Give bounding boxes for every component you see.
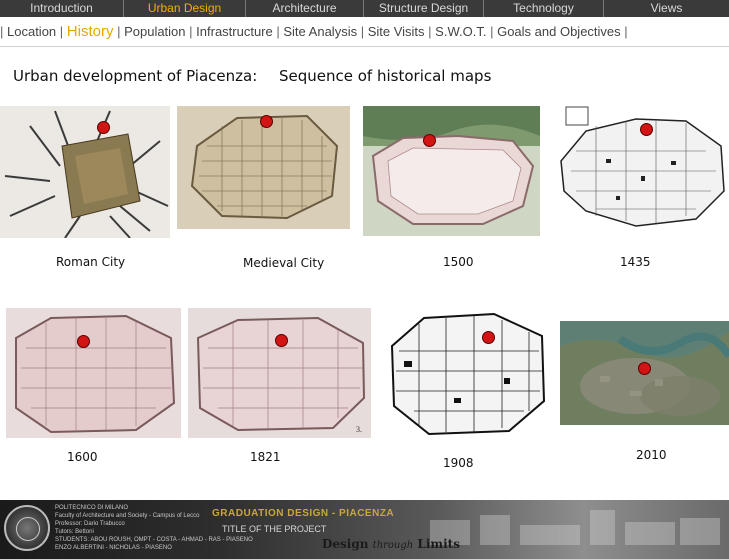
subnav-location[interactable]: Location [7, 24, 56, 39]
location-marker [640, 123, 653, 136]
motto-limits: Limits [417, 537, 460, 551]
tab-structure-design[interactable]: Structure Design [364, 0, 484, 17]
subnav-separator: | [624, 24, 628, 39]
university-seal [4, 505, 50, 551]
page-subtitle: Sequence of historical maps [279, 67, 492, 85]
top-navigation: Introduction Urban Design Architecture S… [0, 0, 729, 17]
university-line: ENZO ALBERTINI - NICHOLAS - PIASENO [55, 545, 172, 551]
location-marker [638, 362, 651, 375]
caption-1500: 1500 [443, 255, 474, 269]
footer-title: GRADUATION DESIGN - PIACENZA [212, 508, 395, 519]
subnav-site-visits[interactable]: Site Visits [368, 24, 425, 39]
location-marker [77, 335, 90, 348]
map-1908-drawing [390, 312, 546, 436]
motto-through: through [372, 540, 414, 551]
university-line: POLITECNICO DI MILANO [55, 505, 129, 511]
subnav-swot[interactable]: S.W.O.T. [435, 24, 486, 39]
map-1500 [363, 106, 540, 236]
subnav-separator: | [59, 24, 67, 39]
location-marker [275, 334, 288, 347]
caption-medieval-city: Medieval City [243, 256, 325, 270]
university-line: Professor: Dario Trabucco [55, 521, 125, 527]
caption-1435: 1435 [620, 255, 651, 269]
caption-1908: 1908 [443, 456, 474, 470]
footer-banner: POLITECNICO DI MILANO Faculty of Archite… [0, 500, 729, 559]
caption-1600: 1600 [67, 450, 98, 464]
location-marker [482, 331, 495, 344]
subnav-goals-objectives[interactable]: Goals and Objectives [497, 24, 621, 39]
tab-views[interactable]: Views [604, 0, 729, 17]
map-1821: 3. [188, 308, 371, 438]
tab-introduction[interactable]: Introduction [0, 0, 124, 17]
map-1908 [384, 306, 550, 440]
map-1600-drawing [15, 314, 176, 434]
location-marker [97, 121, 110, 134]
sub-navigation: | Location | History | Population | Infr… [0, 21, 729, 43]
subnav-separator: | [360, 24, 368, 39]
map-1500-drawing [363, 106, 540, 225]
subnav-site-analysis[interactable]: Site Analysis [283, 24, 357, 39]
footer-motto: Design through Limits [322, 537, 460, 551]
map-1435 [556, 101, 729, 239]
university-line: Faculty of Architecture and Society - Ca… [55, 513, 200, 519]
footer-project-title: TITLE OF THE PROJECT [222, 524, 327, 534]
tab-architecture[interactable]: Architecture [246, 0, 364, 17]
subnav-infrastructure[interactable]: Infrastructure [196, 24, 273, 39]
caption-2010: 2010 [636, 448, 667, 462]
map-1600 [6, 308, 181, 438]
subnav-population[interactable]: Population [124, 24, 185, 39]
map-1821-drawing: 3. [196, 316, 366, 434]
caption-roman-city: Roman City [56, 255, 126, 269]
roman-city-drawing [4, 110, 169, 238]
subnav-separator: | [0, 24, 7, 39]
divider [0, 46, 729, 47]
svg-text:3.: 3. [356, 425, 362, 434]
tab-urban-design[interactable]: Urban Design [124, 0, 246, 17]
university-line: Tutors: Bettoni [55, 529, 94, 535]
location-marker [423, 134, 436, 147]
caption-1821: 1821 [250, 450, 281, 464]
university-line: STUDENTS: ABOU ROUSH, OMPT - COSTA - AHM… [55, 537, 253, 543]
tab-technology[interactable]: Technology [484, 0, 604, 17]
subnav-history[interactable]: History [67, 23, 114, 40]
footer-city-illustration [430, 510, 720, 545]
page-title: Urban development of Piacenza: [13, 67, 258, 85]
location-marker [260, 115, 273, 128]
motto-design: Design [322, 537, 369, 551]
map-roman-city [0, 106, 170, 238]
map-1435-drawing [560, 106, 725, 227]
